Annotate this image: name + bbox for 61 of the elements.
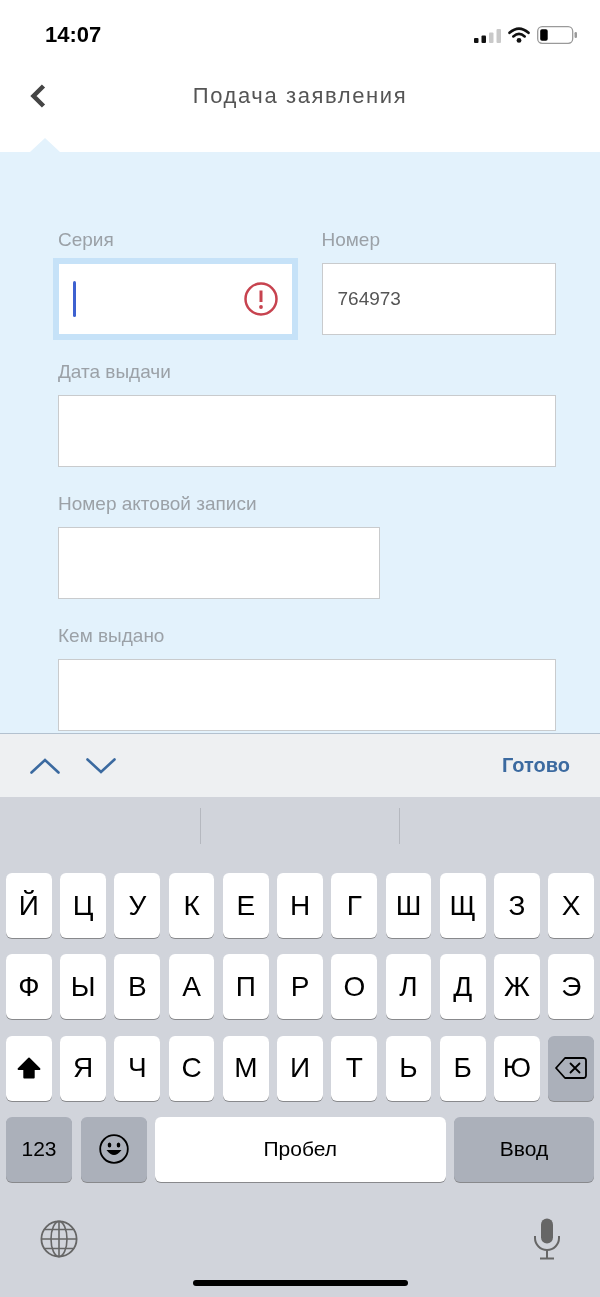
letter-key[interactable]: В: [114, 954, 161, 1020]
backspace-key[interactable]: [548, 1035, 595, 1101]
letter-key[interactable]: К: [168, 873, 215, 938]
back-icon[interactable]: [29, 83, 47, 109]
letter-key[interactable]: Д: [439, 954, 486, 1020]
letter-key[interactable]: Ш: [385, 873, 432, 938]
shift-key[interactable]: [6, 1035, 52, 1101]
field-label: Номер: [321, 229, 381, 251]
field-label: Номер актовой записи: [58, 493, 258, 515]
smiley-icon: [98, 1134, 129, 1165]
globe-icon[interactable]: [40, 1219, 78, 1258]
letter-key[interactable]: Т: [331, 1035, 378, 1101]
letter-key[interactable]: Щ: [439, 873, 486, 938]
letter-key[interactable]: Л: [385, 954, 432, 1020]
emoji-key[interactable]: [80, 1116, 147, 1182]
letter-key[interactable]: Ю: [494, 1035, 540, 1101]
letter-key[interactable]: Я: [60, 1035, 106, 1101]
letter-key[interactable]: О: [331, 954, 378, 1020]
letter-key[interactable]: Р: [277, 954, 323, 1020]
return-key[interactable]: Ввод: [454, 1116, 594, 1182]
letter-key[interactable]: Ц: [60, 873, 106, 938]
letter-key[interactable]: Н: [277, 873, 323, 938]
letter-key[interactable]: У: [114, 873, 161, 938]
letter-key[interactable]: Б: [439, 1035, 486, 1101]
letter-key[interactable]: П: [222, 954, 269, 1020]
letter-key[interactable]: А: [168, 954, 215, 1020]
letter-key[interactable]: Ы: [60, 954, 106, 1020]
chevron-down-icon[interactable]: [86, 757, 116, 774]
battery-icon: [537, 26, 577, 44]
text-cursor: [73, 281, 76, 317]
letter-key[interactable]: Ь: [385, 1035, 432, 1101]
microphone-icon[interactable]: [532, 1217, 562, 1260]
text-field[interactable]: [53, 258, 298, 340]
done-button[interactable]: Готово: [501, 754, 570, 777]
letter-key[interactable]: Ж: [494, 954, 540, 1020]
field-label: Серия: [58, 229, 115, 251]
letter-key[interactable]: Ч: [114, 1035, 161, 1101]
numbers-key[interactable]: 123: [6, 1116, 72, 1182]
text-field[interactable]: [58, 659, 556, 731]
field-label: Кем выдано: [58, 625, 166, 647]
letter-key[interactable]: Г: [331, 873, 378, 938]
letter-key[interactable]: Й: [6, 873, 52, 938]
letter-key[interactable]: Э: [548, 954, 595, 1020]
signal-icon: [474, 29, 501, 43]
field-label: Дата выдачи: [58, 361, 172, 383]
letter-key[interactable]: Е: [222, 873, 269, 938]
text-field[interactable]: 764973: [321, 263, 556, 335]
wifi-icon: [508, 27, 530, 43]
text-field[interactable]: [58, 395, 556, 467]
letter-key[interactable]: С: [168, 1035, 215, 1101]
status-time: 14:07: [45, 22, 102, 48]
chevron-up-icon[interactable]: [30, 757, 60, 774]
letter-key[interactable]: М: [222, 1035, 269, 1101]
letter-key[interactable]: Ф: [6, 954, 52, 1020]
text-field[interactable]: [58, 527, 380, 599]
space-key[interactable]: Пробел: [155, 1116, 446, 1182]
backspace-icon: [555, 1057, 588, 1080]
letter-key[interactable]: З: [494, 873, 540, 938]
page-title: Подача заявления: [192, 83, 408, 109]
letter-key[interactable]: И: [277, 1035, 323, 1101]
letter-key[interactable]: Х: [548, 873, 595, 938]
